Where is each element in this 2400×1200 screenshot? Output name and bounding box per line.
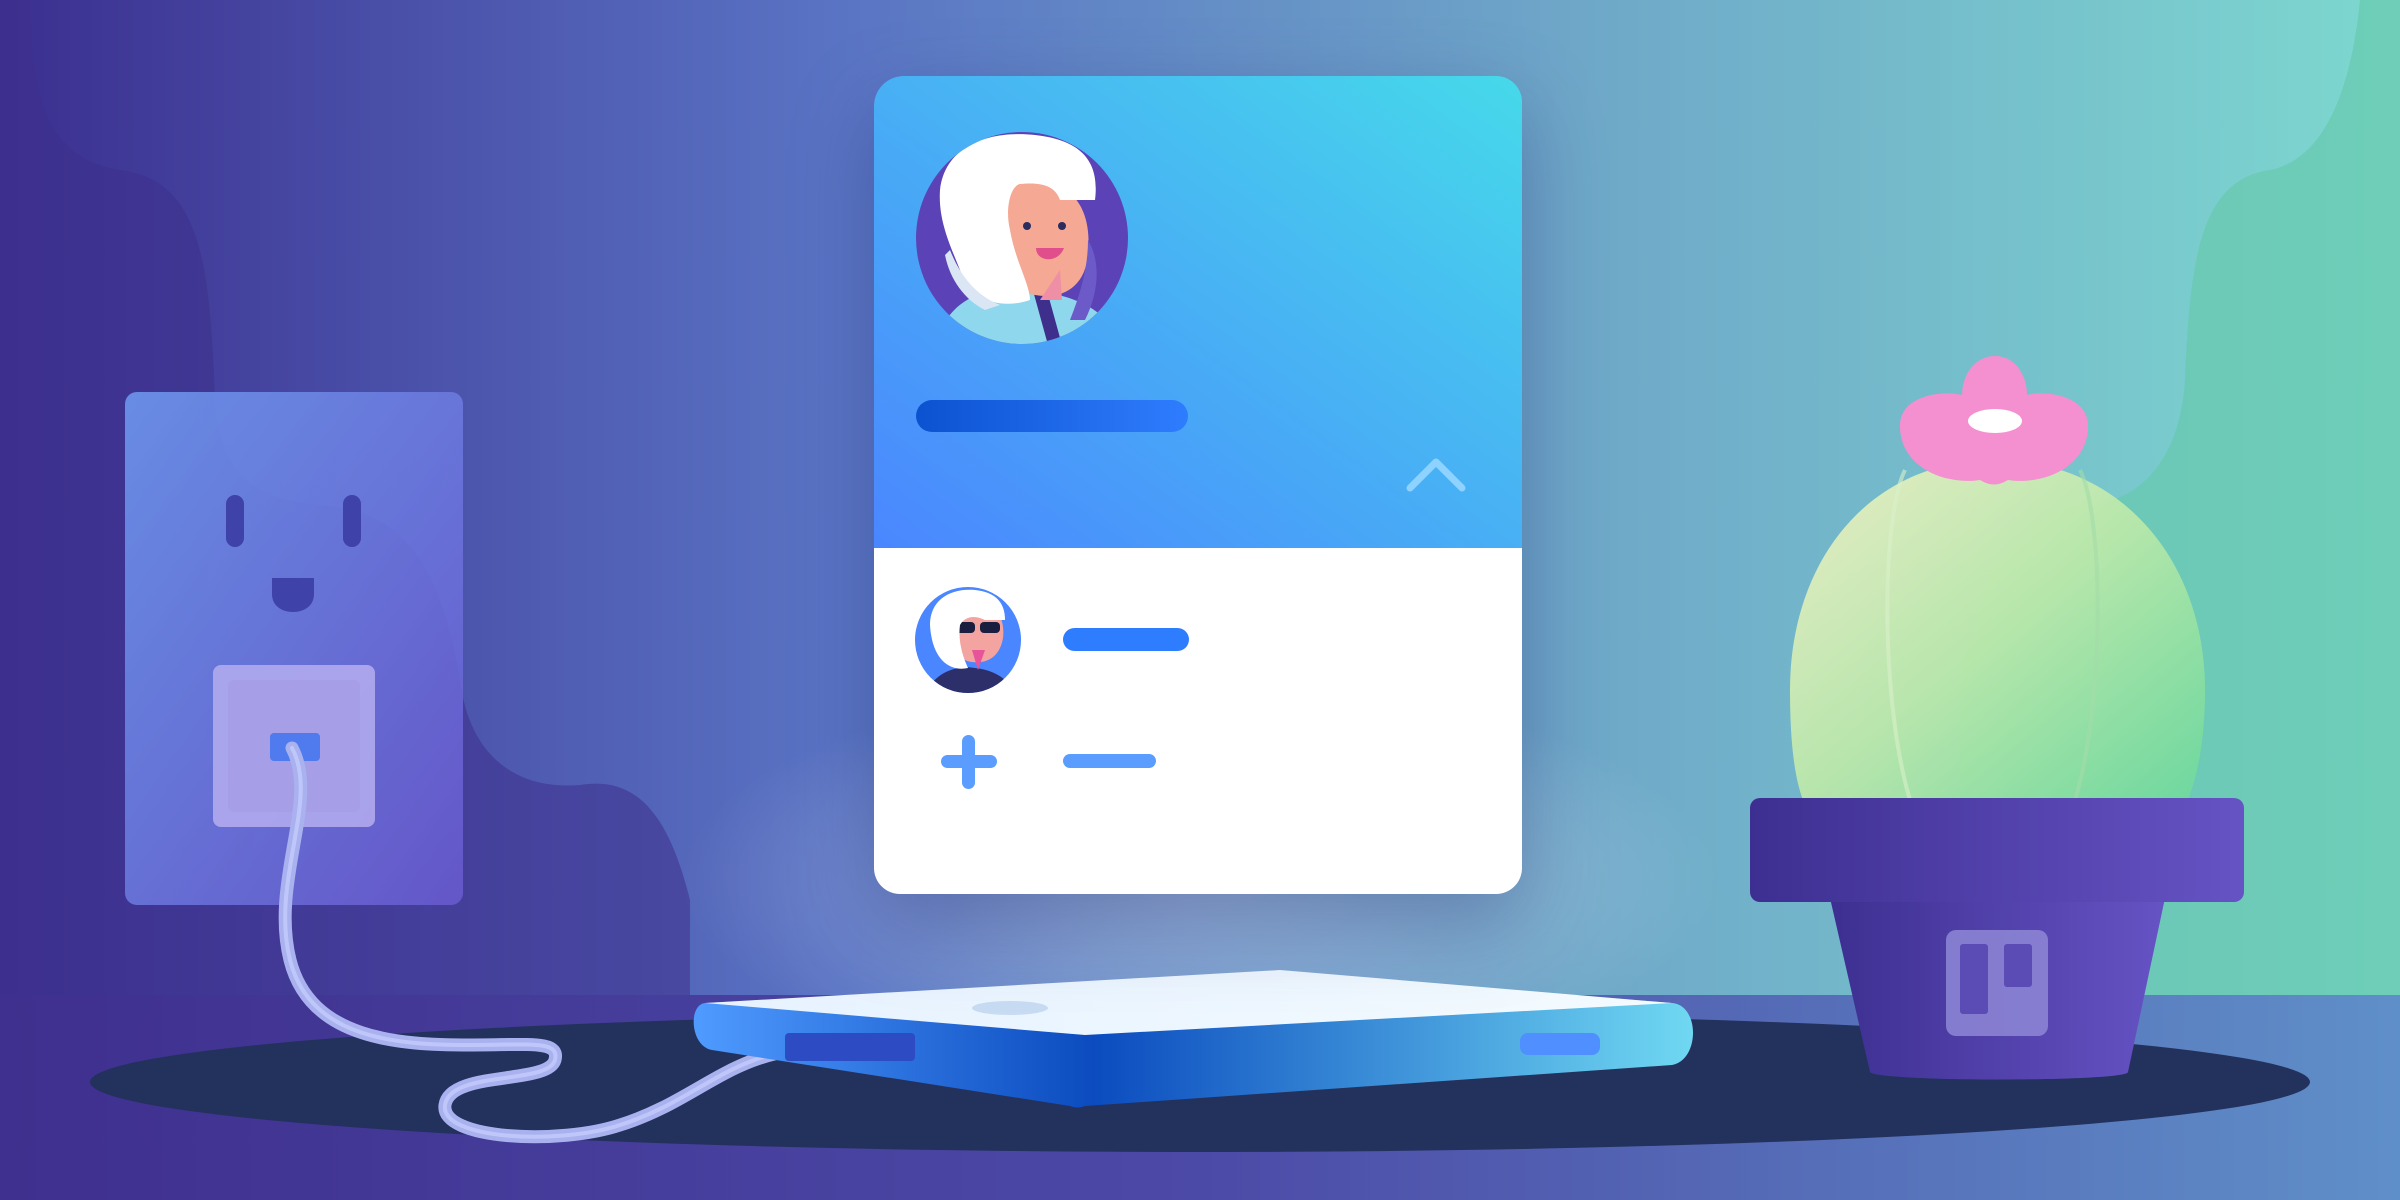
add-member-bar (1063, 754, 1156, 768)
profile-avatar (916, 132, 1128, 344)
profile-name-bar (916, 400, 1188, 432)
board-columns-icon (1946, 930, 2048, 1036)
illustration-scene (0, 0, 2400, 1200)
member-name-bar (1063, 628, 1189, 651)
